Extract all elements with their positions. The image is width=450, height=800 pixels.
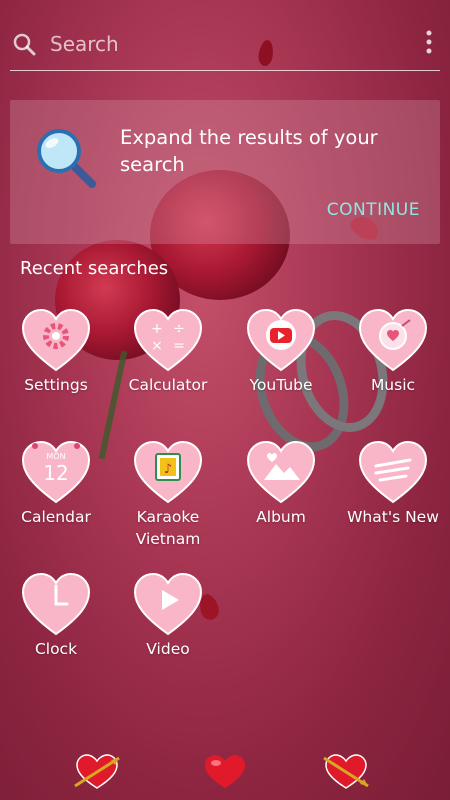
clock-icon (21, 572, 91, 636)
more-options-icon[interactable] (426, 30, 432, 54)
video-icon (133, 572, 203, 636)
search-icon (13, 33, 36, 56)
app-karaoke-vietnam[interactable]: ♪ Karaoke Vietnam (112, 440, 224, 550)
app-label: YouTube (249, 376, 313, 394)
svg-text:♪: ♪ (164, 462, 172, 477)
heart-arrow-icon[interactable] (322, 752, 370, 792)
svg-text:=: = (173, 338, 185, 354)
calculator-icon: + ÷ × = (133, 308, 203, 372)
app-calendar[interactable]: MON 12 Calendar (0, 440, 112, 528)
app-label: Settings (24, 376, 88, 394)
app-label: Clock (34, 640, 78, 658)
app-label: Album (256, 508, 306, 526)
svg-text:×: × (151, 338, 163, 354)
karaoke-icon: ♪ (133, 440, 203, 504)
app-label: What's New (347, 508, 439, 526)
app-album[interactable]: Album (225, 440, 337, 528)
calendar-icon: MON 12 (21, 440, 91, 504)
app-label: Music (370, 376, 416, 394)
youtube-icon (246, 308, 316, 372)
calendar-day: 12 (43, 461, 68, 485)
app-video[interactable]: Video (112, 572, 224, 660)
magnifier-icon (37, 129, 96, 188)
search-input[interactable]: Search (50, 32, 119, 56)
promo-message: Expand the results of your search (120, 126, 378, 176)
gear-icon (21, 308, 91, 372)
heart-arrow-icon[interactable] (73, 752, 121, 792)
calendar-month: MON (46, 452, 65, 461)
app-settings[interactable]: Settings (0, 308, 112, 396)
app-whats-new[interactable]: What's New (337, 440, 449, 528)
music-icon (358, 308, 428, 372)
app-youtube[interactable]: YouTube (225, 308, 337, 396)
app-clock[interactable]: Clock (0, 572, 112, 660)
app-label: Video (146, 640, 190, 658)
app-label: Karaoke Vietnam (135, 508, 201, 548)
album-icon (246, 440, 316, 504)
heart-icon[interactable] (201, 752, 249, 792)
app-music[interactable]: Music (337, 308, 449, 396)
search-bar[interactable]: Search (10, 20, 440, 71)
svg-text:+: + (151, 321, 163, 337)
app-calculator[interactable]: + ÷ × = Calculator (112, 308, 224, 396)
app-label: Calculator (128, 376, 208, 394)
svg-text:÷: ÷ (173, 321, 185, 337)
continue-button[interactable]: CONTINUE (327, 200, 420, 220)
expand-results-card: Expand the results of your search CONTIN… (10, 100, 440, 244)
whats-new-icon (358, 440, 428, 504)
recent-searches-heading: Recent searches (20, 258, 169, 279)
app-label: Calendar (21, 508, 91, 526)
